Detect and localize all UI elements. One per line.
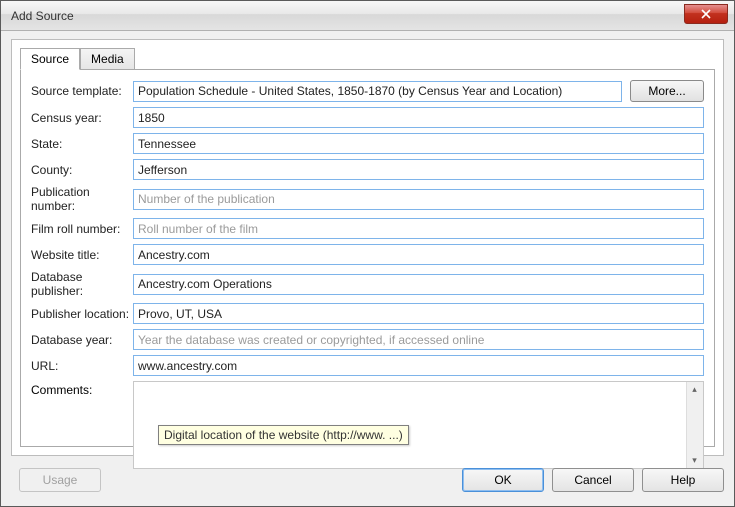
- county-label: County:: [31, 163, 133, 177]
- add-source-window: Add Source SourceMedia Source template: …: [0, 0, 735, 507]
- publisher-location-input[interactable]: [133, 303, 704, 324]
- window-title: Add Source: [11, 9, 74, 23]
- scroll-up-icon: ▴: [688, 383, 701, 396]
- usage-button[interactable]: Usage: [19, 468, 101, 492]
- source-tab-panel: Source template: More... Census year: St…: [20, 69, 715, 447]
- tab-source[interactable]: Source: [20, 48, 80, 70]
- state-input[interactable]: [133, 133, 704, 154]
- help-button[interactable]: Help: [642, 468, 724, 492]
- more-button[interactable]: More...: [630, 80, 704, 102]
- publication-number-input[interactable]: [133, 189, 704, 210]
- dialog-footer: Usage OK Cancel Help: [11, 464, 724, 496]
- cancel-button[interactable]: Cancel: [552, 468, 634, 492]
- close-button[interactable]: [684, 4, 728, 24]
- website-title-label: Website title:: [31, 248, 133, 262]
- census-year-input[interactable]: [133, 107, 704, 128]
- titlebar: Add Source: [1, 1, 734, 31]
- tab-strip: SourceMedia: [20, 48, 135, 70]
- url-label: URL:: [31, 359, 133, 373]
- database-year-input[interactable]: [133, 329, 704, 350]
- ok-button[interactable]: OK: [462, 468, 544, 492]
- county-input[interactable]: [133, 159, 704, 180]
- tab-media[interactable]: Media: [80, 48, 135, 70]
- comments-label: Comments:: [31, 381, 133, 397]
- source-template-label: Source template:: [31, 84, 133, 98]
- state-label: State:: [31, 137, 133, 151]
- database-year-label: Database year:: [31, 333, 133, 347]
- database-publisher-input[interactable]: [133, 274, 704, 295]
- film-roll-label: Film roll number:: [31, 222, 133, 236]
- database-publisher-label: Database publisher:: [31, 270, 133, 298]
- url-tooltip: Digital location of the website (http://…: [158, 425, 409, 445]
- publication-number-label: Publication number:: [31, 185, 133, 213]
- publisher-location-label: Publisher location:: [31, 307, 133, 321]
- scrollbar[interactable]: ▴ ▾: [686, 382, 703, 468]
- url-input[interactable]: [133, 355, 704, 376]
- close-icon: [701, 9, 711, 19]
- client-area: SourceMedia Source template: More... Cen…: [11, 39, 724, 456]
- census-year-label: Census year:: [31, 111, 133, 125]
- film-roll-input[interactable]: [133, 218, 704, 239]
- source-template-input[interactable]: [133, 81, 622, 102]
- website-title-input[interactable]: [133, 244, 704, 265]
